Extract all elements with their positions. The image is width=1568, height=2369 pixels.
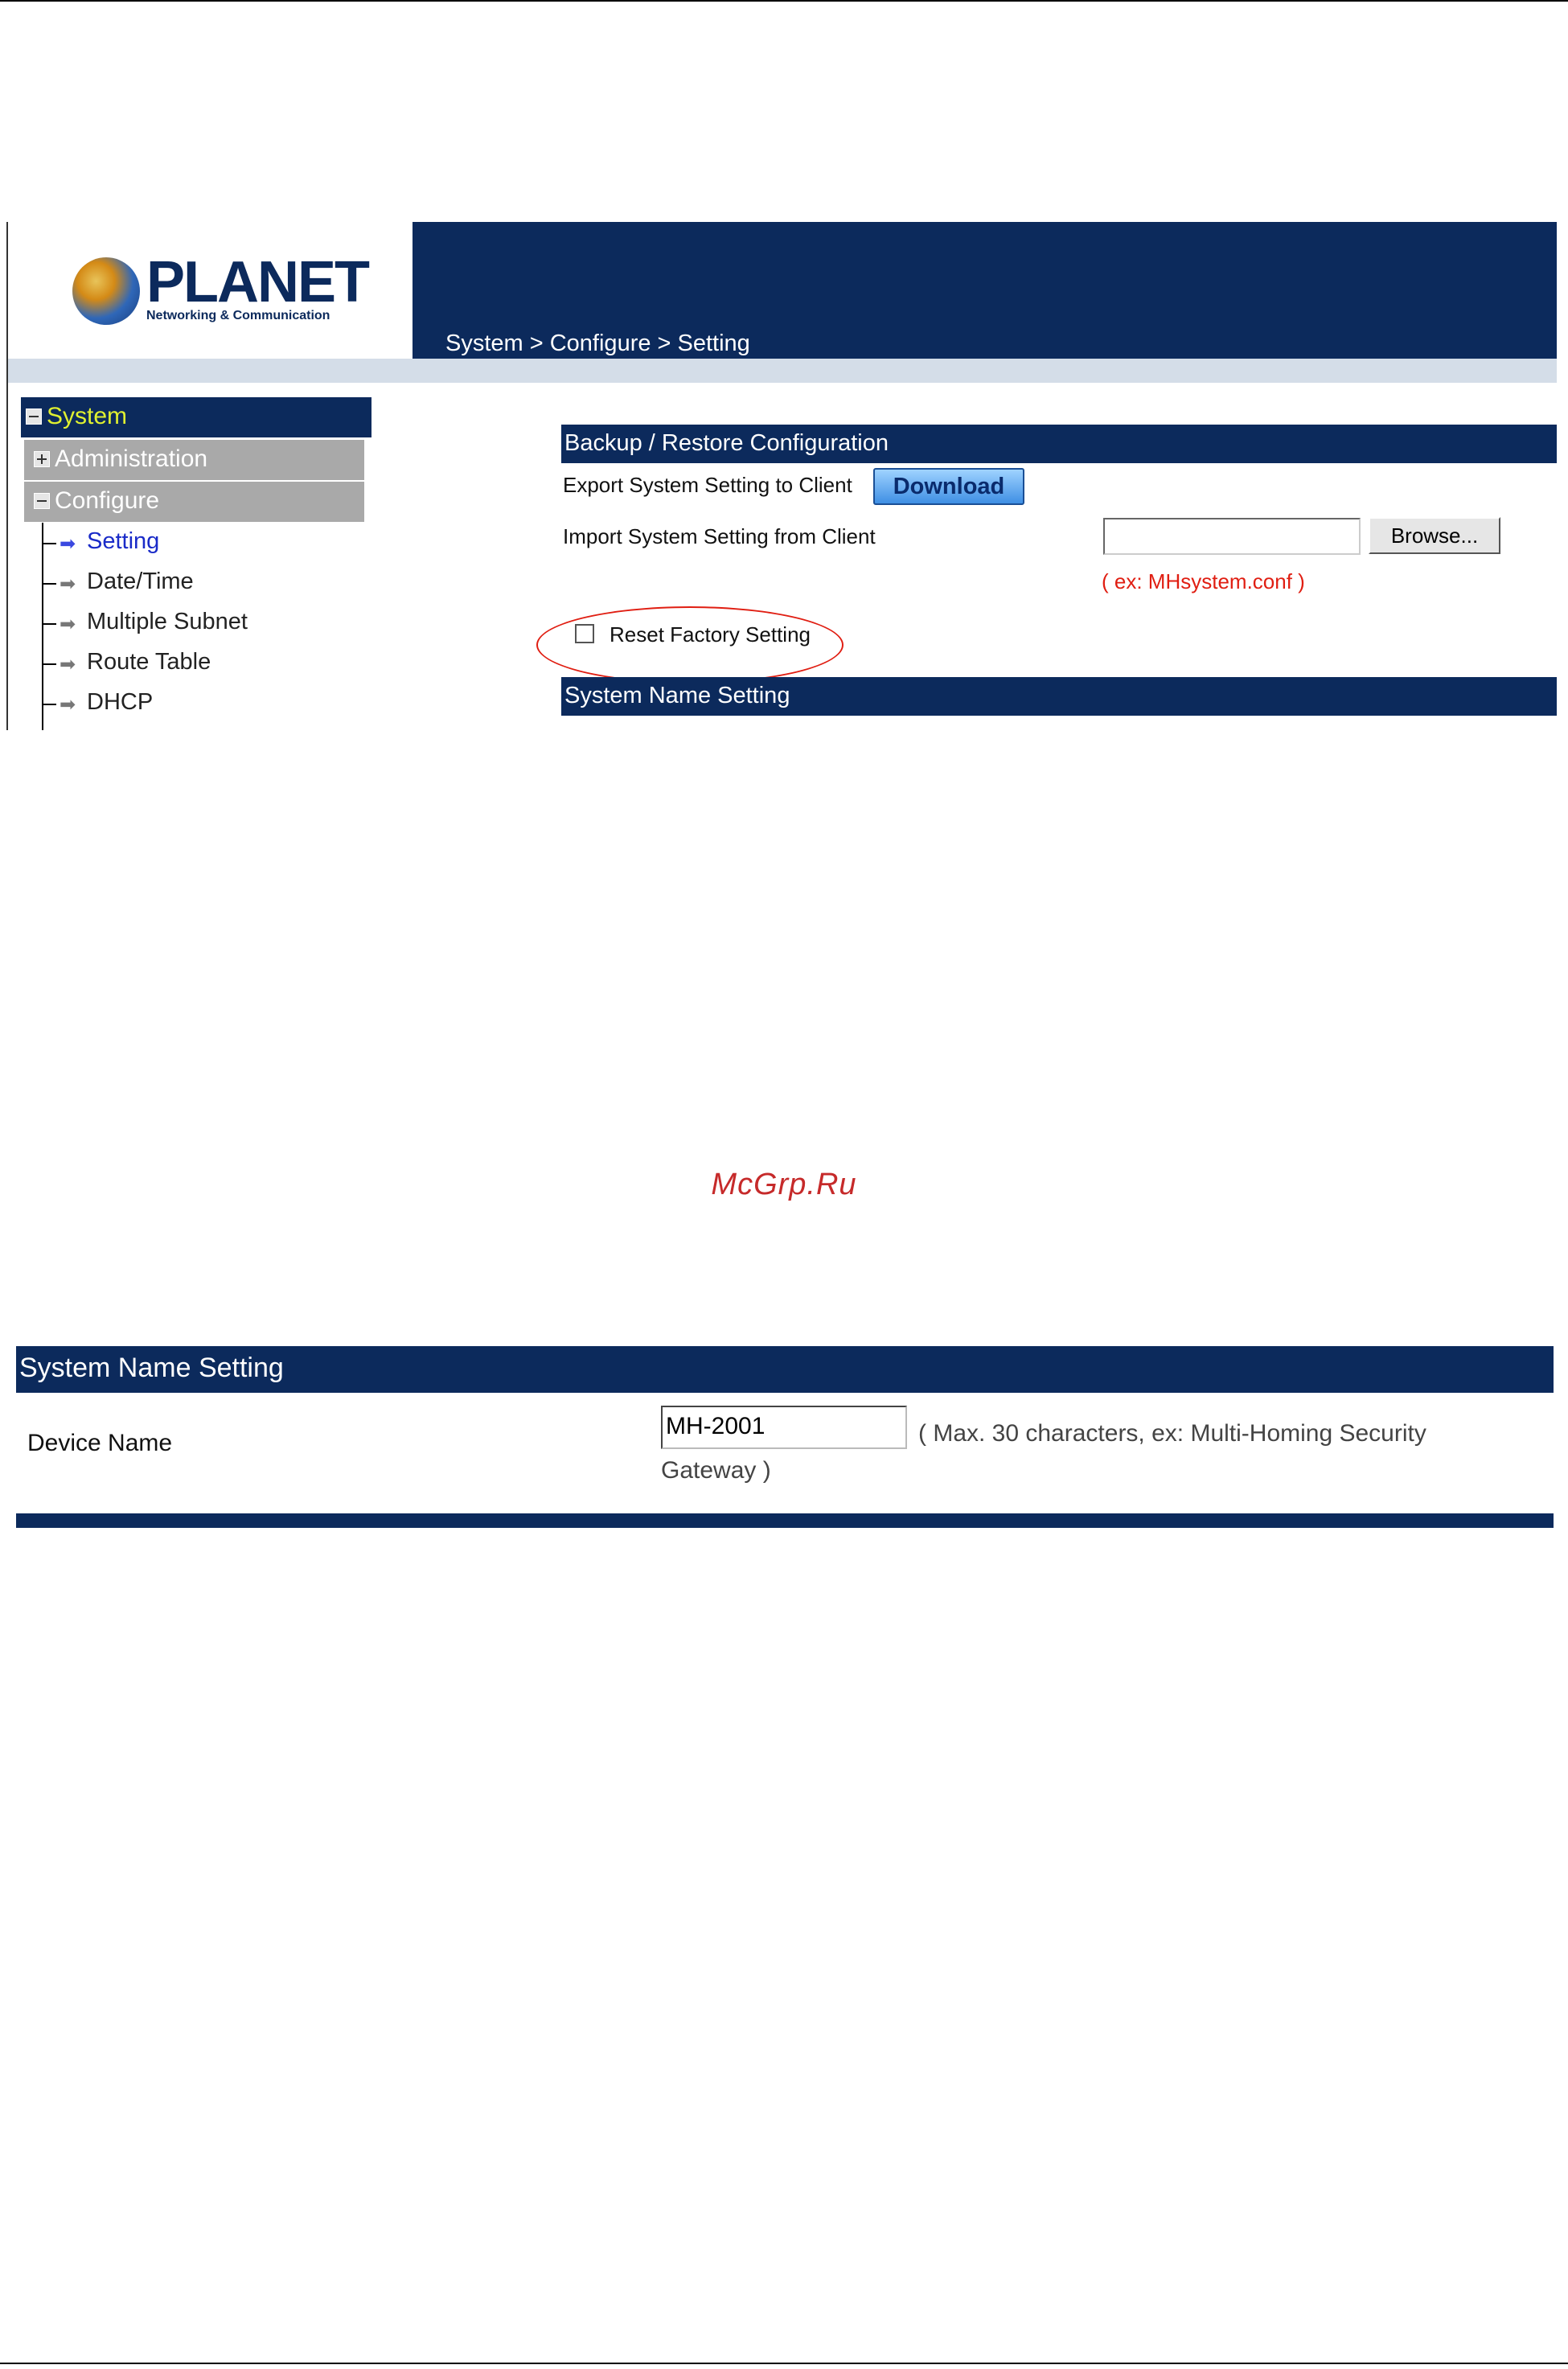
import-label: Import System Setting from Client: [563, 524, 876, 548]
export-label: Export System Setting to Client: [563, 473, 852, 497]
logo-area: PLANET Networking & Communication: [8, 222, 413, 359]
arrow-right-icon: ➡: [60, 614, 76, 635]
sidebar-item-label: Administration: [55, 445, 208, 472]
sidebar-item-label: Route Table: [87, 649, 211, 675]
logo-brand: PLANET: [146, 250, 370, 314]
tree-connector: [42, 523, 43, 730]
planet-globe-icon: [72, 257, 140, 325]
system-name-header: System Name Setting: [561, 677, 1557, 716]
sidebar-item-administration[interactable]: Administration: [24, 440, 364, 480]
top-rule: [0, 0, 1568, 2]
sidebar-item-configure[interactable]: Configure: [24, 482, 364, 522]
collapse-icon: [34, 493, 50, 509]
arrow-right-icon: ➡: [60, 654, 76, 675]
file-example-hint: ( ex: MHsystem.conf ): [1102, 569, 1305, 593]
bottom-rule: [0, 2363, 1568, 2364]
download-button[interactable]: Download: [873, 468, 1024, 505]
header-bar: System > Configure > Setting: [413, 222, 1557, 359]
device-name-input[interactable]: MH-2001: [661, 1406, 907, 1449]
header-divider: [8, 359, 1557, 383]
admin-ui-screenshot: PLANET Networking & Communication System…: [6, 222, 1557, 730]
sidebar-item-label: DHCP: [87, 689, 154, 715]
arrow-right-icon: ➡: [60, 573, 76, 595]
device-name-label: Device Name: [27, 1430, 173, 1456]
breadcrumb: System > Configure > Setting: [445, 331, 750, 356]
arrow-right-icon: ➡: [60, 694, 76, 716]
system-name-screenshot: System Name Setting Device Name ( Max. 3…: [16, 1346, 1554, 1528]
section-divider: [16, 1513, 1554, 1528]
expand-icon: [34, 451, 50, 467]
sidebar-item-system[interactable]: System: [21, 397, 371, 437]
section-title: System Name Setting: [564, 683, 790, 708]
sidebar-item-label: System: [47, 403, 128, 429]
sidebar-item-label: Multiple Subnet: [87, 609, 248, 634]
section-title: System Name Setting: [19, 1353, 284, 1383]
reset-factory-checkbox[interactable]: [575, 624, 594, 643]
import-file-input[interactable]: [1103, 518, 1361, 555]
sidebar-item-label: Configure: [55, 487, 160, 514]
sidebar-item-label: Date/Time: [87, 569, 194, 594]
reset-factory-label: Reset Factory Setting: [610, 622, 811, 647]
watermark: McGrp.Ru: [711, 1168, 857, 1201]
arrow-right-icon: ➡: [60, 533, 76, 555]
collapse-icon: [26, 409, 42, 425]
sidebar-item-label: Setting: [87, 528, 160, 554]
logo-tagline: Networking & Communication: [146, 309, 330, 322]
backup-restore-header: Backup / Restore Configuration: [561, 425, 1557, 463]
browse-button[interactable]: Browse...: [1369, 517, 1500, 554]
system-name-header: System Name Setting: [16, 1346, 1554, 1393]
section-title: Backup / Restore Configuration: [564, 430, 889, 456]
